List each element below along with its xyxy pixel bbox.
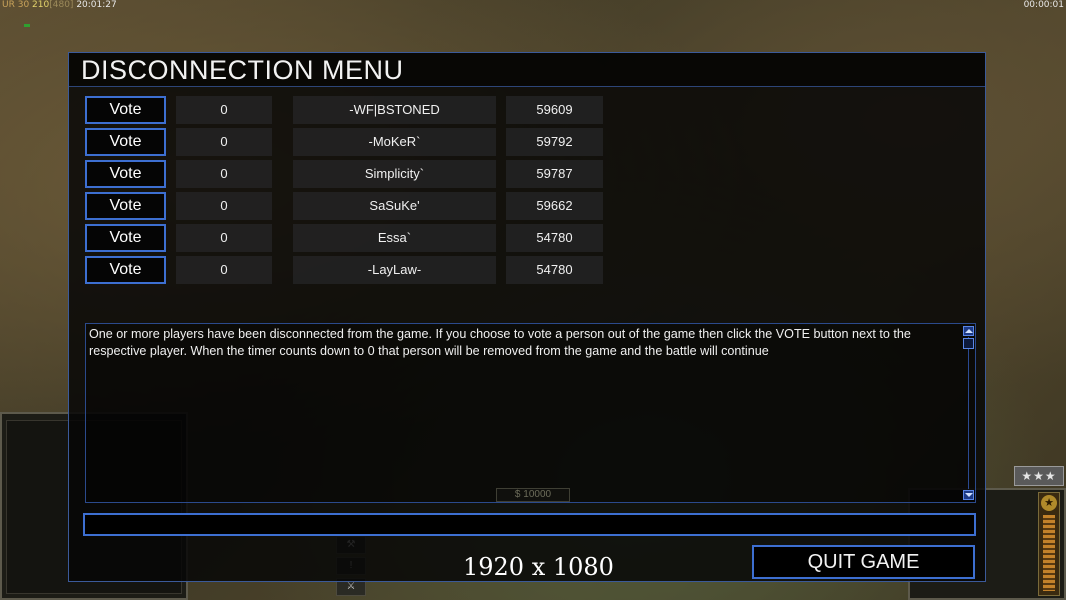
vote-count: 0 <box>176 256 272 284</box>
scroll-track[interactable] <box>968 337 969 489</box>
player-name: SaSuKe' <box>293 192 496 220</box>
disconnect-message: One or more players have been disconnect… <box>89 327 911 358</box>
vote-button[interactable]: Vote <box>85 256 166 284</box>
vote-button[interactable]: Vote <box>85 160 166 188</box>
vote-button[interactable]: Vote <box>85 128 166 156</box>
game-timer: 00:00:01 <box>1023 0 1064 10</box>
ur-label: UR <box>2 0 15 10</box>
scroll-thumb[interactable] <box>963 338 974 349</box>
dialog-title: DISCONNECTION MENU <box>81 55 404 85</box>
vote-count: 0 <box>176 192 272 220</box>
dialog-header: DISCONNECTION MENU <box>69 53 985 87</box>
vote-count: 0 <box>176 96 272 124</box>
message-box: One or more players have been disconnect… <box>85 323 976 503</box>
player-name: -LayLaw- <box>293 256 496 284</box>
player-timer: 59787 <box>506 160 603 188</box>
player-timer: 54780 <box>506 224 603 252</box>
player-timer: 59662 <box>506 192 603 220</box>
power-meter <box>1043 515 1055 591</box>
player-name: -MoKeR` <box>293 128 496 156</box>
clock: 20:01:27 <box>76 0 117 10</box>
power-bar: ★ <box>1038 492 1060 596</box>
hud-stats: UR 30 210[480] 20:01:27 <box>2 0 117 10</box>
vote-count: 0 <box>176 128 272 156</box>
minimap-marker <box>24 24 30 27</box>
scroll-down-icon[interactable] <box>963 490 974 500</box>
fps-value: 210 <box>32 0 50 10</box>
message-scrollbar[interactable] <box>963 326 974 500</box>
chat-input[interactable] <box>83 513 976 536</box>
star-icon: ★ <box>1041 495 1057 511</box>
resolution-watermark: 1920 x 1080 <box>463 553 614 581</box>
vote-button[interactable]: Vote <box>85 192 166 220</box>
vote-count: 0 <box>176 224 272 252</box>
fps-max: [480] <box>49 0 74 10</box>
money-display: $ 10000 <box>496 488 570 502</box>
quit-game-button[interactable]: QUIT GAME <box>752 545 975 579</box>
vote-button[interactable]: Vote <box>85 224 166 252</box>
player-name: Simplicity` <box>293 160 496 188</box>
player-name: Essa` <box>293 224 496 252</box>
player-timer: 54780 <box>506 256 603 284</box>
player-name: -WF|BSTONED <box>293 96 496 124</box>
ur-value: 30 <box>17 0 30 10</box>
vote-button[interactable]: Vote <box>85 96 166 124</box>
scroll-up-icon[interactable] <box>963 326 974 336</box>
player-timer: 59609 <box>506 96 603 124</box>
vote-count: 0 <box>176 160 272 188</box>
disconnection-dialog: DISCONNECTION MENU Vote 0 -WF|BSTONED 59… <box>68 52 986 582</box>
rank-badge[interactable]: ★★★ <box>1014 466 1064 486</box>
player-timer: 59792 <box>506 128 603 156</box>
